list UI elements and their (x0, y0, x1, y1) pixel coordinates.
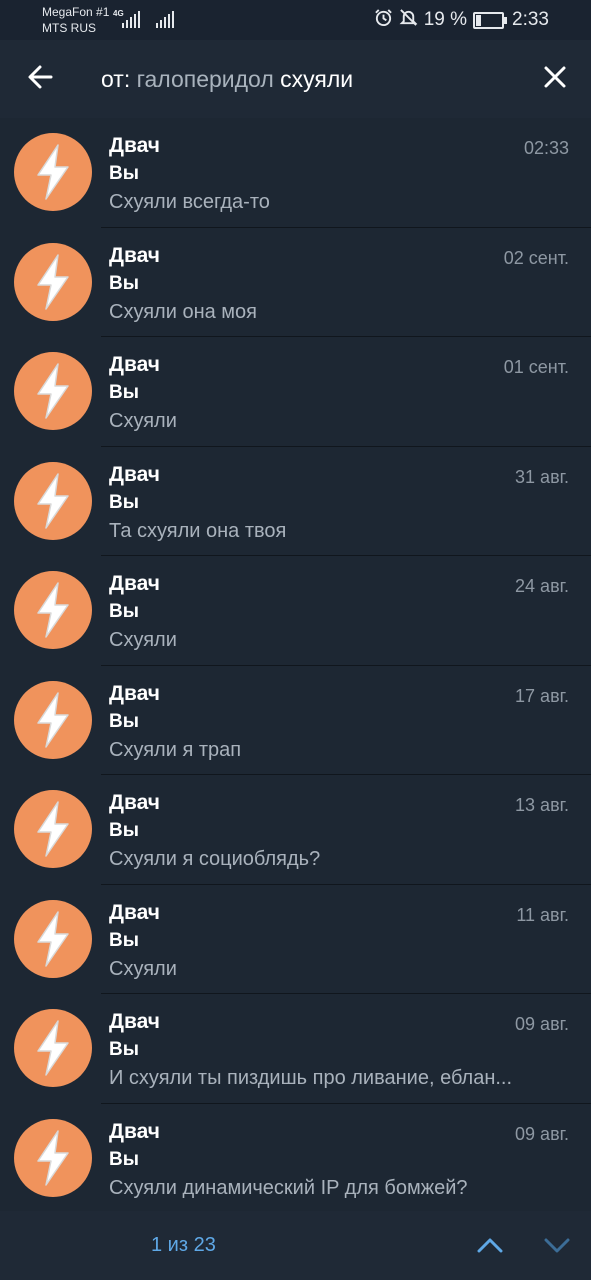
message-text: Та схуяли она твоя (109, 519, 287, 542)
avatar (14, 899, 92, 978)
result-item[interactable]: Двач 02:33 Вы Схуяли всегда-то (0, 118, 591, 228)
alarm-icon (374, 8, 393, 33)
search-user-filter: галоперидол (136, 66, 274, 92)
message-text: Схуяли динамический IP для бомжей? (109, 1176, 468, 1199)
back-button[interactable] (18, 57, 62, 101)
message-sender: Вы (109, 1039, 139, 1060)
avatar (14, 352, 92, 430)
avatar (14, 1009, 92, 1087)
chat-name: Двач (109, 900, 160, 924)
avatar (14, 1118, 92, 1197)
message-text: Схуяли я трап (109, 738, 242, 761)
message-sender: Вы (109, 491, 139, 513)
message-text: Схуяли она моя (109, 300, 257, 323)
signal-icon (122, 10, 140, 28)
next-result-button[interactable] (535, 1225, 579, 1269)
chat-name: Двач (109, 134, 160, 157)
chat-name: Двач (109, 353, 160, 376)
chat-name: Двач (109, 1010, 160, 1033)
avatar (14, 242, 92, 321)
avatar (14, 790, 92, 868)
previous-result-button[interactable] (468, 1225, 512, 1269)
chat-name: Двач (109, 791, 160, 814)
message-text: И схуяли ты пиздишь про ливание, еблан..… (109, 1067, 513, 1089)
avatar (14, 680, 92, 759)
message-date: 13 авг. (515, 795, 569, 815)
message-sender: Вы (109, 1148, 139, 1170)
avatar (14, 133, 92, 211)
search-query: схуяли (280, 66, 354, 92)
message-sender: Вы (109, 601, 139, 622)
message-sender: Вы (109, 163, 139, 184)
message-date: 09 авг. (515, 1014, 569, 1034)
chat-name: Двач (109, 572, 160, 595)
chat-name: Двач (109, 1119, 160, 1143)
status-bar: MegaFon #1 MTS RUS 4G 19 % 2:33 (0, 0, 591, 40)
carrier-info: MegaFon #1 MTS RUS (42, 4, 109, 36)
result-counter: 1 из 23 (151, 1234, 216, 1256)
clock: 2:33 (512, 9, 549, 30)
search-header: от: галоперидол схуяли (0, 40, 591, 118)
status-right: 19 % 2:33 (374, 8, 549, 32)
result-item[interactable]: Двач 01 сент. Вы Схуяли (0, 337, 591, 447)
message-date: 17 авг. (515, 685, 569, 706)
result-item[interactable]: Двач 31 авг. Вы Та схуяли она твоя (0, 447, 591, 556)
message-date: 31 авг. (515, 466, 569, 487)
message-date: 02 сент. (503, 247, 569, 268)
message-date: 11 авг. (516, 904, 569, 925)
result-item[interactable]: Двач 09 авг. Вы И схуяли ты пиздишь про … (0, 994, 591, 1104)
result-item[interactable]: Двач 11 авг. Вы Схуяли (0, 885, 591, 994)
result-item[interactable]: Двач 13 авг. Вы Схуяли я социоблядь? (0, 775, 591, 885)
chat-name: Двач (109, 681, 160, 705)
avatar (14, 461, 92, 540)
message-text: Схуяли (109, 957, 177, 980)
message-text: Схуяли я социоблядь? (109, 848, 321, 870)
message-text: Схуяли всегда-то (109, 191, 270, 213)
search-prefix: от: (101, 66, 131, 92)
search-results-list: Двач 02:33 Вы Схуяли всегда-то Двач 02 с… (0, 118, 591, 1213)
close-icon (543, 65, 567, 94)
result-item[interactable]: Двач 09 авг. Вы Схуяли динамический IP д… (0, 1104, 591, 1214)
result-item[interactable]: Двач 17 авг. Вы Схуяли я трап (0, 666, 591, 775)
carrier-2: MTS RUS (42, 21, 96, 35)
chat-name: Двач (109, 462, 160, 486)
avatar (14, 571, 92, 649)
search-input[interactable]: от: галоперидол схуяли (101, 62, 353, 96)
message-date: 02:33 (523, 138, 569, 158)
result-item[interactable]: Двач 24 авг. Вы Схуяли (0, 556, 591, 666)
carrier-1: MegaFon #1 (42, 5, 110, 19)
message-date: 24 авг. (515, 576, 569, 596)
chat-name: Двач (109, 243, 160, 267)
message-date: 01 сент. (503, 357, 569, 377)
mute-icon (399, 8, 418, 33)
close-button[interactable] (533, 57, 577, 101)
signal-icon-2 (156, 10, 174, 28)
message-sender: Вы (109, 929, 139, 951)
message-sender: Вы (109, 382, 139, 403)
message-text: Схуяли (109, 410, 177, 432)
message-sender: Вы (109, 710, 139, 732)
battery-percent: 19 % (423, 9, 468, 30)
search-navigation-bar: 1 из 23 (0, 1211, 591, 1280)
arrow-left-icon (27, 64, 53, 95)
message-sender: Вы (109, 272, 139, 294)
message-date: 09 авг. (515, 1123, 569, 1144)
result-item[interactable]: Двач 02 сент. Вы Схуяли она моя (0, 228, 591, 337)
message-text: Схуяли (109, 629, 177, 651)
message-sender: Вы (109, 820, 139, 841)
chevron-down-icon (544, 1237, 570, 1258)
battery-icon (473, 11, 508, 29)
chevron-up-icon (477, 1237, 503, 1258)
